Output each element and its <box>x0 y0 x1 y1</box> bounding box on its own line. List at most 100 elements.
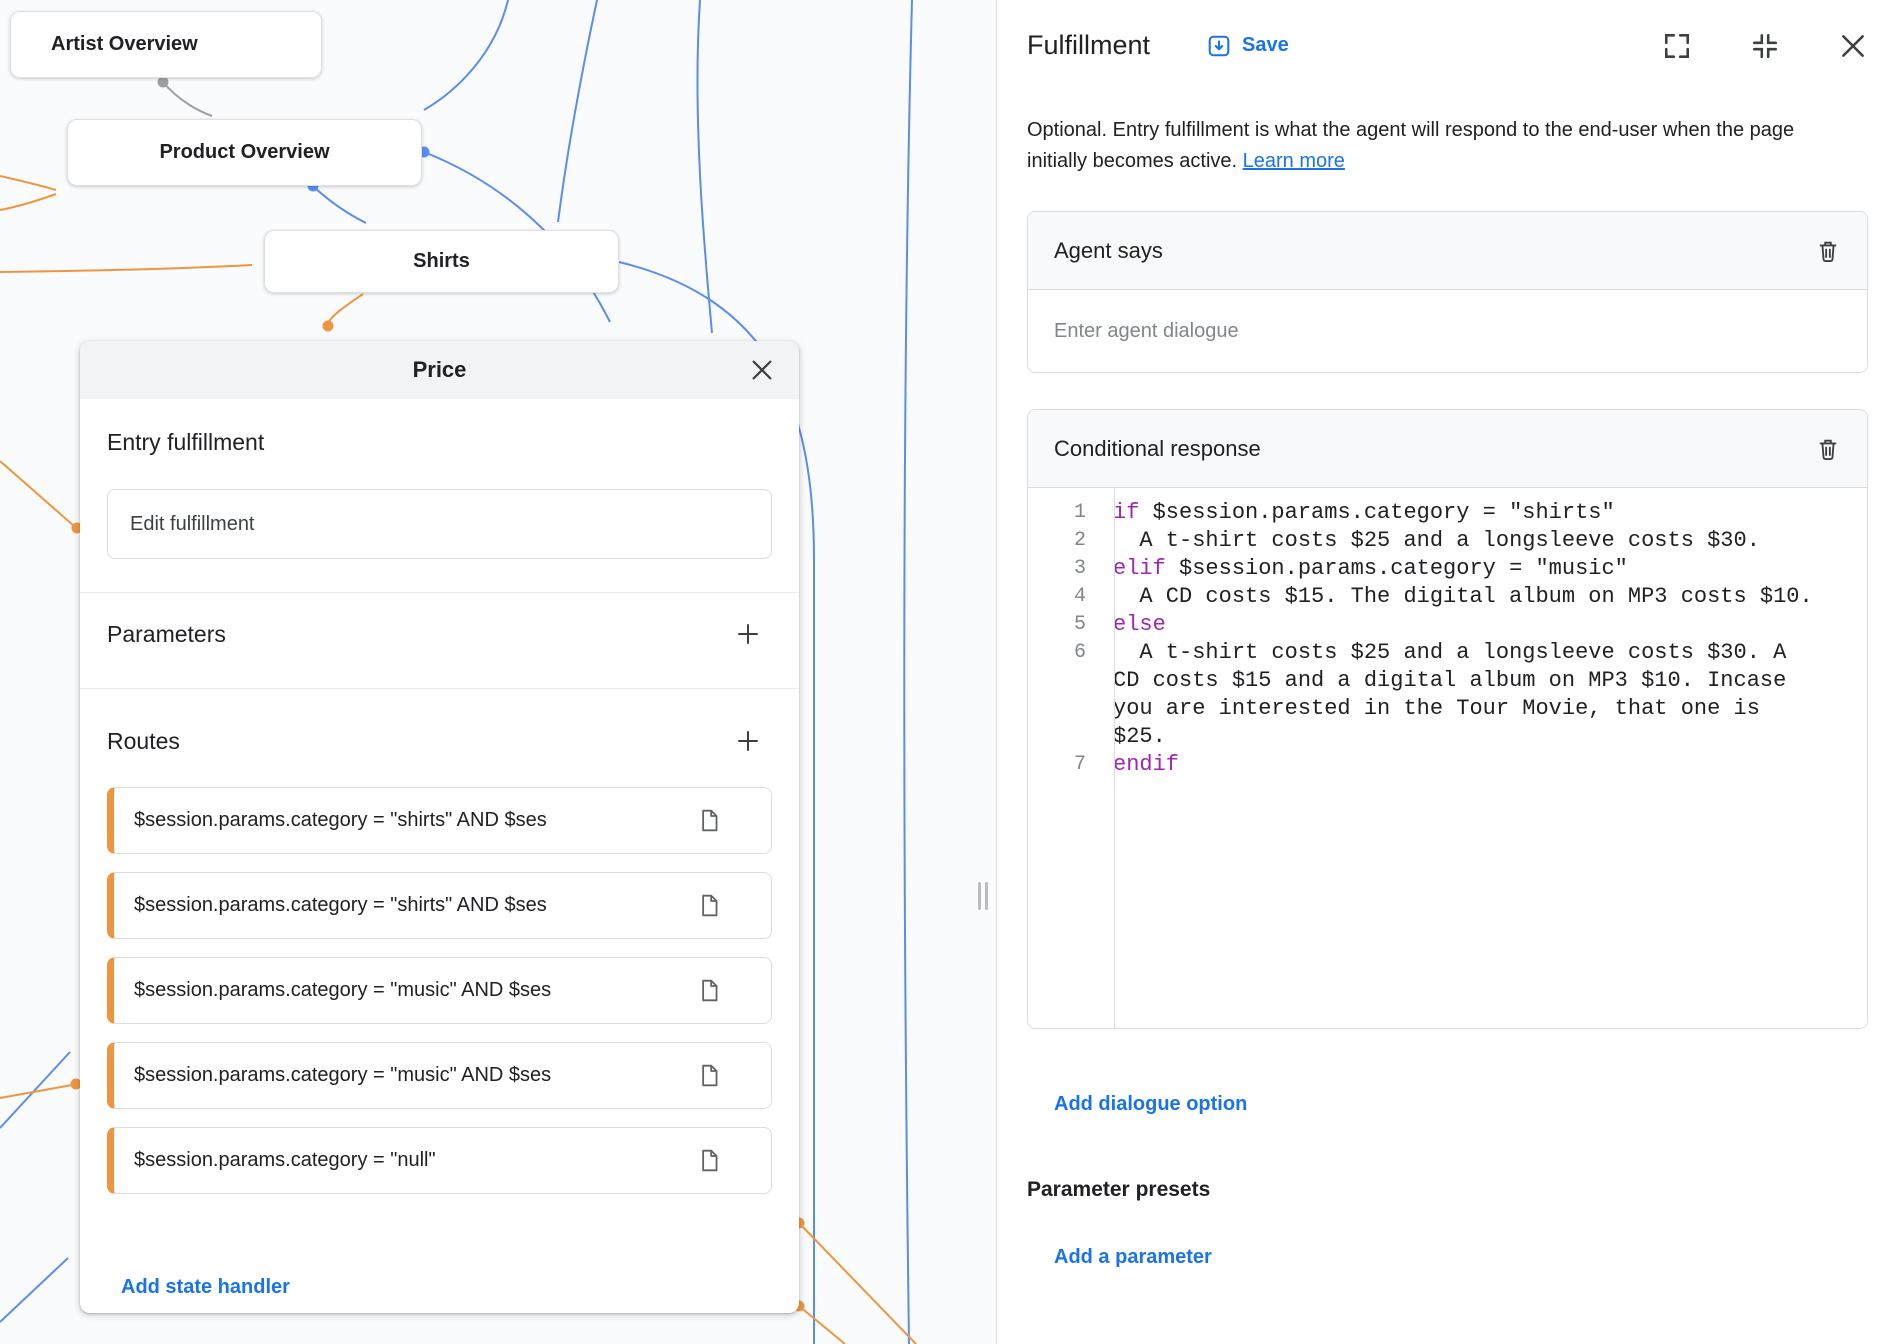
add-state-handler-link[interactable]: Add state handler <box>121 1276 290 1299</box>
route-item[interactable]: $session.params.category = "music" AND $… <box>107 1042 772 1109</box>
price-card-header: Price <box>80 341 799 399</box>
routes-row: Routes <box>107 727 772 755</box>
fulfillment-panel: Fulfillment Save Optional. Entry fulfill… <box>996 0 1898 1344</box>
entry-fulfillment-label: Entry fulfillment <box>107 429 772 456</box>
trash-icon[interactable] <box>1815 237 1841 265</box>
edge-blue <box>904 0 912 1344</box>
dialogflow-flow-builder: { "canvas": { "nodes": { "artist_overvie… <box>0 0 1898 1344</box>
port-dot <box>323 321 334 332</box>
edge-gray <box>163 82 212 116</box>
add-a-parameter-link[interactable]: Add a parameter <box>1054 1246 1212 1269</box>
node-shirts[interactable]: Shirts <box>264 230 619 293</box>
parameters-row: Parameters <box>107 620 772 648</box>
condition-code-editor[interactable]: 1 if $session.params.category = "shirts"… <box>1028 488 1867 1028</box>
route-condition: $session.params.category = "shirts" AND … <box>134 894 684 917</box>
parameter-presets-heading: Parameter presets <box>1027 1178 1868 1202</box>
edge-blue <box>697 0 712 333</box>
line-number: 1 <box>1028 499 1100 527</box>
code-text: if $session.params.category = "shirts" <box>1113 499 1867 527</box>
conditional-response-title: Conditional response <box>1054 436 1261 462</box>
conditional-response-header: Conditional response <box>1028 410 1867 488</box>
line-number: 6 <box>1028 639 1100 667</box>
edit-fulfillment-label: Edit fulfillment <box>130 513 255 536</box>
code-text: A t-shirt costs $25 and a longsleeve cos… <box>1113 527 1867 555</box>
route-item[interactable]: $session.params.category = "shirts" AND … <box>107 872 772 939</box>
node-product-overview[interactable]: Product Overview <box>67 119 422 186</box>
node-artist-overview[interactable]: Artist Overview <box>10 11 322 78</box>
edge-orange <box>799 1306 845 1344</box>
flow-canvas[interactable]: Artist Overview Product Overview Shirts … <box>0 0 996 1344</box>
edge-orange <box>0 194 56 210</box>
trash-icon[interactable] <box>1815 435 1841 463</box>
divider <box>80 592 799 593</box>
route-item[interactable]: $session.params.category = "null" <box>107 1127 772 1194</box>
route-item[interactable]: $session.params.category = "music" AND $… <box>107 957 772 1024</box>
code-line: 1 if $session.params.category = "shirts" <box>1028 499 1867 527</box>
edge-blue <box>313 186 366 223</box>
document-icon[interactable] <box>696 808 721 833</box>
code-text: elif $session.params.category = "music" <box>1113 555 1867 583</box>
plus-icon[interactable] <box>734 727 762 755</box>
route-condition: $session.params.category = "music" AND $… <box>134 1064 684 1087</box>
node-price-expanded-card: Price Entry fulfillment Edit fulfillment… <box>80 341 799 1313</box>
fullscreen-exit-icon[interactable] <box>1750 31 1780 61</box>
save-label: Save <box>1242 34 1289 57</box>
panel-resize-handle[interactable] <box>978 882 988 910</box>
line-number: 5 <box>1028 611 1100 639</box>
plus-icon[interactable] <box>734 620 762 648</box>
edit-fulfillment-button[interactable]: Edit fulfillment <box>107 489 772 559</box>
code-text: endif <box>1113 751 1867 779</box>
code-text: A CD costs $15. The digital album on MP3… <box>1113 583 1867 611</box>
edge-orange <box>0 1085 72 1098</box>
agent-says-card: Agent says <box>1027 211 1868 373</box>
node-label: Shirts <box>413 250 470 273</box>
route-list: $session.params.category = "shirts" AND … <box>107 787 772 1194</box>
panel-title: Fulfillment <box>1027 30 1150 61</box>
fullscreen-icon[interactable] <box>1662 31 1692 61</box>
add-dialogue-option-link[interactable]: Add dialogue option <box>1054 1093 1247 1116</box>
document-icon[interactable] <box>696 1148 721 1173</box>
edge-orange <box>0 265 252 272</box>
agent-says-title: Agent says <box>1054 238 1163 264</box>
line-number: 4 <box>1028 583 1100 611</box>
document-icon[interactable] <box>696 978 721 1003</box>
conditional-response-card: Conditional response 1 if $session.param… <box>1027 409 1868 1029</box>
route-condition: $session.params.category = "null" <box>134 1149 684 1172</box>
route-condition: $session.params.category = "music" AND $… <box>134 979 684 1002</box>
close-icon[interactable] <box>749 357 775 383</box>
edge-orange <box>0 176 56 190</box>
document-icon[interactable] <box>696 893 721 918</box>
parameters-label: Parameters <box>107 621 226 648</box>
price-card-body: Entry fulfillment Edit fulfillment Param… <box>80 429 799 1299</box>
code-line: 4 A CD costs $15. The digital album on M… <box>1028 583 1867 611</box>
route-condition: $session.params.category = "shirts" AND … <box>134 809 684 832</box>
line-number: 2 <box>1028 527 1100 555</box>
code-line: 3 elif $session.params.category = "music… <box>1028 555 1867 583</box>
code-text: A t-shirt costs $25 and a longsleeve cos… <box>1113 639 1867 751</box>
agent-says-header: Agent says <box>1028 212 1867 290</box>
edge-orange <box>328 294 363 323</box>
routes-label: Routes <box>107 728 180 755</box>
code-line: 7 endif <box>1028 751 1867 779</box>
save-icon <box>1206 33 1232 59</box>
code-line: 5 else <box>1028 611 1867 639</box>
panel-header: Fulfillment Save <box>1027 0 1868 61</box>
close-icon[interactable] <box>1838 31 1868 61</box>
panel-description: Optional. Entry fulfillment is what the … <box>1027 115 1819 177</box>
learn-more-link[interactable]: Learn more <box>1243 150 1345 172</box>
divider <box>80 688 799 689</box>
line-number: 7 <box>1028 751 1100 779</box>
agent-dialogue-input[interactable] <box>1028 290 1867 372</box>
code-line: 2 A t-shirt costs $25 and a longsleeve c… <box>1028 527 1867 555</box>
route-item[interactable]: $session.params.category = "shirts" AND … <box>107 787 772 854</box>
node-label: Artist Overview <box>51 33 198 56</box>
document-icon[interactable] <box>696 1063 721 1088</box>
edge-blue <box>424 0 508 110</box>
save-button[interactable]: Save <box>1206 33 1289 59</box>
node-label: Product Overview <box>159 141 329 164</box>
code-text: else <box>1113 611 1867 639</box>
edge-orange <box>0 461 74 526</box>
price-card-title: Price <box>413 357 467 383</box>
description-text: Optional. Entry fulfillment is what the … <box>1027 119 1794 172</box>
code-line: 6 A t-shirt costs $25 and a longsleeve c… <box>1028 639 1867 751</box>
